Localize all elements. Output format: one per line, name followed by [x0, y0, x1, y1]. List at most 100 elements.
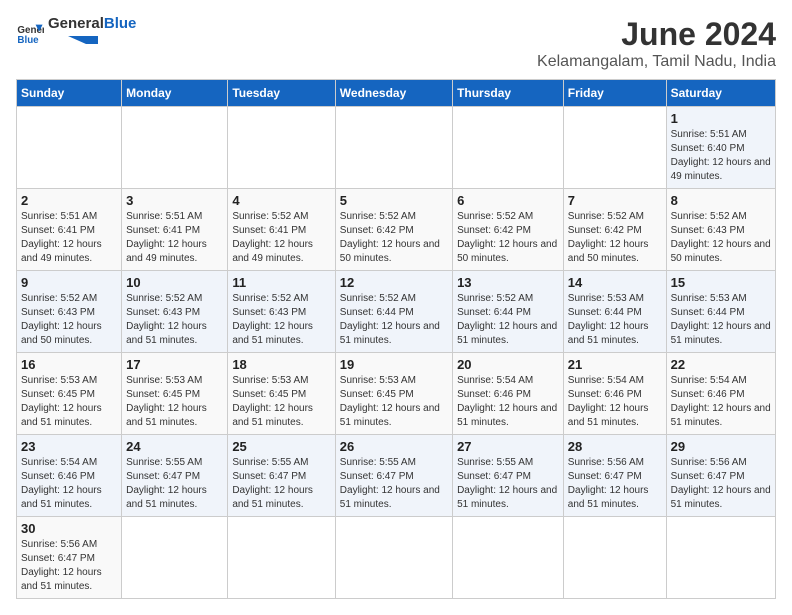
logo-blue: Blue: [104, 15, 137, 32]
header-tuesday: Tuesday: [228, 80, 335, 107]
day-info: Sunrise: 5:52 AM Sunset: 6:44 PM Dayligh…: [457, 292, 559, 348]
day-info: Sunrise: 5:54 AM Sunset: 6:46 PM Dayligh…: [671, 374, 771, 430]
day-cell: 2 Sunrise: 5:51 AM Sunset: 6:41 PM Daylig…: [17, 189, 122, 271]
day-number: 24: [126, 439, 223, 454]
day-cell: 6 Sunrise: 5:52 AM Sunset: 6:42 PM Daylig…: [453, 189, 564, 271]
day-number: 7: [568, 193, 662, 208]
day-cell: 5 Sunrise: 5:52 AM Sunset: 6:42 PM Daylig…: [335, 189, 452, 271]
day-cell: 20Sunrise: 5:54 AM Sunset: 6:46 PM Dayli…: [453, 353, 564, 435]
week-row-0: 1 Sunrise: 5:51 AM Sunset: 6:40 PM Daylig…: [17, 107, 776, 189]
day-cell: 21Sunrise: 5:54 AM Sunset: 6:46 PM Dayli…: [563, 353, 666, 435]
day-cell: 25 Sunrise: 5:55 AM Sunset: 6:47 PM Dayli…: [228, 435, 335, 517]
day-number: 22: [671, 357, 771, 372]
day-info: Sunrise: 5:52 AM Sunset: 6:42 PM Dayligh…: [457, 210, 559, 266]
day-cell: 19 Sunrise: 5:53 AM Sunset: 6:45 PM Dayli…: [335, 353, 452, 435]
day-number: 27: [457, 439, 559, 454]
day-info: Sunrise: 5:52 AM Sunset: 6:43 PM Dayligh…: [671, 210, 771, 266]
day-number: 16: [21, 357, 117, 372]
day-cell: [666, 517, 775, 599]
day-info: Sunrise: 5:53 AM Sunset: 6:44 PM Dayligh…: [671, 292, 771, 348]
day-info: Sunrise: 5:52 AM Sunset: 6:42 PM Dayligh…: [568, 210, 662, 266]
header-friday: Friday: [563, 80, 666, 107]
day-number: 13: [457, 275, 559, 290]
subtitle: Kelamangalam, Tamil Nadu, India: [537, 53, 776, 71]
header: General Blue GeneralBlue June 2024 Kelam…: [16, 16, 776, 71]
day-cell: [453, 107, 564, 189]
day-info: Sunrise: 5:53 AM Sunset: 6:45 PM Dayligh…: [232, 374, 330, 430]
day-cell: 27 Sunrise: 5:55 AM Sunset: 6:47 PM Dayli…: [453, 435, 564, 517]
day-number: 11: [232, 275, 330, 290]
day-number: 1: [671, 111, 771, 126]
day-number: 15: [671, 275, 771, 290]
day-number: 17: [126, 357, 223, 372]
day-info: Sunrise: 5:51 AM Sunset: 6:40 PM Dayligh…: [671, 128, 771, 184]
day-cell: [563, 517, 666, 599]
day-number: 4: [232, 193, 330, 208]
day-cell: 26 Sunrise: 5:55 AM Sunset: 6:47 PM Dayli…: [335, 435, 452, 517]
day-cell: 8 Sunrise: 5:52 AM Sunset: 6:43 PM Daylig…: [666, 189, 775, 271]
svg-text:Blue: Blue: [17, 35, 39, 46]
day-number: 26: [340, 439, 448, 454]
day-cell: 13 Sunrise: 5:52 AM Sunset: 6:44 PM Dayli…: [453, 271, 564, 353]
day-number: 12: [340, 275, 448, 290]
day-info: Sunrise: 5:55 AM Sunset: 6:47 PM Dayligh…: [457, 456, 559, 512]
day-cell: 29 Sunrise: 5:56 AM Sunset: 6:47 PM Dayli…: [666, 435, 775, 517]
header-saturday: Saturday: [666, 80, 775, 107]
day-info: Sunrise: 5:52 AM Sunset: 6:43 PM Dayligh…: [126, 292, 223, 348]
day-cell: 30Sunrise: 5:56 AM Sunset: 6:47 PM Dayli…: [17, 517, 122, 599]
day-number: 19: [340, 357, 448, 372]
day-info: Sunrise: 5:52 AM Sunset: 6:42 PM Dayligh…: [340, 210, 448, 266]
header-thursday: Thursday: [453, 80, 564, 107]
day-info: Sunrise: 5:53 AM Sunset: 6:45 PM Dayligh…: [340, 374, 448, 430]
day-info: Sunrise: 5:53 AM Sunset: 6:44 PM Dayligh…: [568, 292, 662, 348]
week-row-4: 23 Sunrise: 5:54 AM Sunset: 6:46 PM Dayli…: [17, 435, 776, 517]
day-info: Sunrise: 5:52 AM Sunset: 6:44 PM Dayligh…: [340, 292, 448, 348]
day-number: 23: [21, 439, 117, 454]
calendar-header: SundayMondayTuesdayWednesdayThursdayFrid…: [17, 80, 776, 107]
day-info: Sunrise: 5:56 AM Sunset: 6:47 PM Dayligh…: [671, 456, 771, 512]
day-info: Sunrise: 5:53 AM Sunset: 6:45 PM Dayligh…: [21, 374, 117, 430]
day-info: Sunrise: 5:52 AM Sunset: 6:43 PM Dayligh…: [21, 292, 117, 348]
day-info: Sunrise: 5:51 AM Sunset: 6:41 PM Dayligh…: [21, 210, 117, 266]
day-cell: [453, 517, 564, 599]
day-cell: [17, 107, 122, 189]
day-cell: [228, 517, 335, 599]
day-number: 2: [21, 193, 117, 208]
day-info: Sunrise: 5:55 AM Sunset: 6:47 PM Dayligh…: [340, 456, 448, 512]
day-cell: 11Sunrise: 5:52 AM Sunset: 6:43 PM Dayli…: [228, 271, 335, 353]
day-number: 8: [671, 193, 771, 208]
day-cell: 28Sunrise: 5:56 AM Sunset: 6:47 PM Dayli…: [563, 435, 666, 517]
calendar-table: SundayMondayTuesdayWednesdayThursdayFrid…: [16, 79, 776, 599]
logo-underline-icon: [48, 34, 98, 46]
week-row-1: 2 Sunrise: 5:51 AM Sunset: 6:41 PM Daylig…: [17, 189, 776, 271]
day-number: 9: [21, 275, 117, 290]
header-wednesday: Wednesday: [335, 80, 452, 107]
day-number: 6: [457, 193, 559, 208]
day-number: 25: [232, 439, 330, 454]
day-info: Sunrise: 5:52 AM Sunset: 6:41 PM Dayligh…: [232, 210, 330, 266]
logo: General Blue GeneralBlue: [16, 16, 136, 51]
day-cell: 3Sunrise: 5:51 AM Sunset: 6:41 PM Daylig…: [122, 189, 228, 271]
day-info: Sunrise: 5:53 AM Sunset: 6:45 PM Dayligh…: [126, 374, 223, 430]
day-number: 3: [126, 193, 223, 208]
week-row-2: 9 Sunrise: 5:52 AM Sunset: 6:43 PM Daylig…: [17, 271, 776, 353]
calendar-body: 1 Sunrise: 5:51 AM Sunset: 6:40 PM Daylig…: [17, 107, 776, 599]
day-info: Sunrise: 5:55 AM Sunset: 6:47 PM Dayligh…: [232, 456, 330, 512]
day-info: Sunrise: 5:54 AM Sunset: 6:46 PM Dayligh…: [21, 456, 117, 512]
day-cell: [563, 107, 666, 189]
header-sunday: Sunday: [17, 80, 122, 107]
day-number: 21: [568, 357, 662, 372]
day-cell: 17 Sunrise: 5:53 AM Sunset: 6:45 PM Dayli…: [122, 353, 228, 435]
day-number: 5: [340, 193, 448, 208]
logo-icon: General Blue: [16, 19, 44, 47]
week-row-5: 30Sunrise: 5:56 AM Sunset: 6:47 PM Dayli…: [17, 517, 776, 599]
header-monday: Monday: [122, 80, 228, 107]
day-cell: 23 Sunrise: 5:54 AM Sunset: 6:46 PM Dayli…: [17, 435, 122, 517]
main-title: June 2024: [537, 16, 776, 53]
day-cell: 9 Sunrise: 5:52 AM Sunset: 6:43 PM Daylig…: [17, 271, 122, 353]
day-number: 10: [126, 275, 223, 290]
day-number: 14: [568, 275, 662, 290]
day-cell: 14 Sunrise: 5:53 AM Sunset: 6:44 PM Dayli…: [563, 271, 666, 353]
day-cell: 10 Sunrise: 5:52 AM Sunset: 6:43 PM Dayli…: [122, 271, 228, 353]
day-number: 29: [671, 439, 771, 454]
